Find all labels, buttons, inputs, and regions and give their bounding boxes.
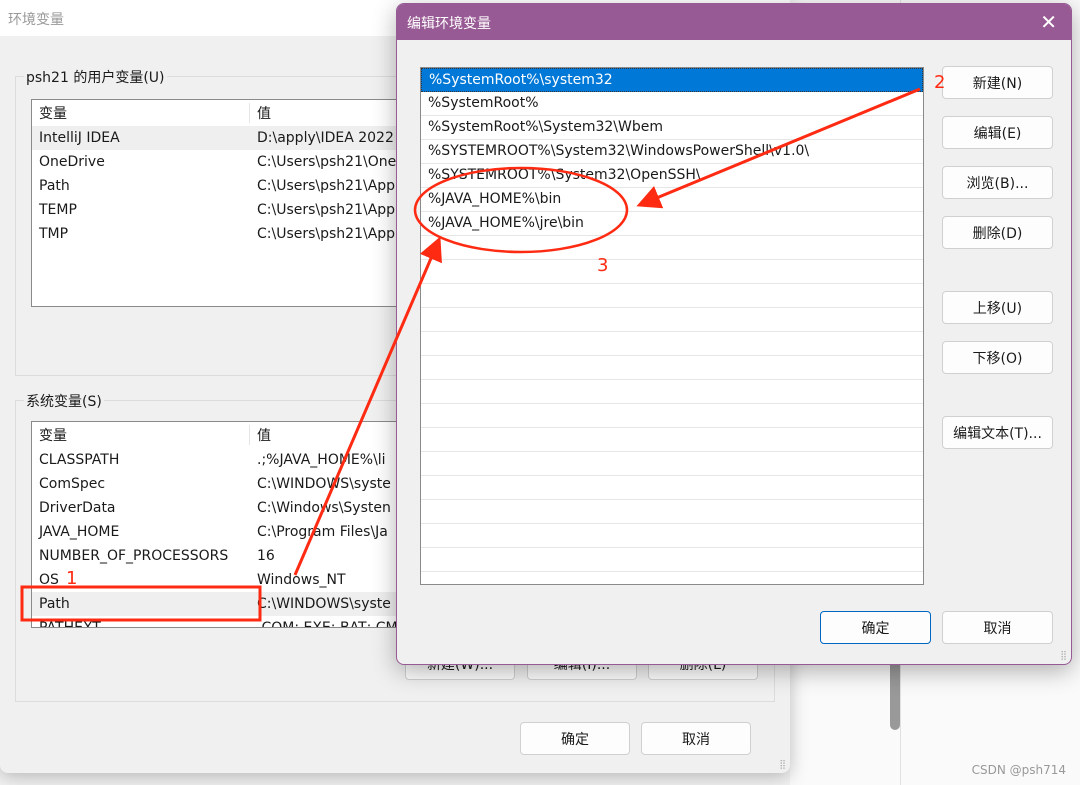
table-row[interactable]: TMP C:\Users\psh21\App [32,222,410,246]
path-item[interactable] [421,404,923,428]
column-variable[interactable]: 变量 [32,103,249,123]
variable-name: Path [39,596,70,612]
column-variable[interactable]: 变量 [32,425,249,445]
dialog-cancel-button[interactable]: 取消 [942,611,1053,644]
browse-button[interactable]: 浏览(B)... [942,166,1053,199]
path-item[interactable] [421,356,923,380]
variable-name: OS [39,572,59,588]
table-row[interactable]: Path C:\Users\psh21\App [32,174,410,198]
path-item[interactable]: %SystemRoot%\system32 [421,68,923,92]
path-item[interactable]: %SystemRoot%\System32\Wbem [421,116,923,140]
variable-name: CLASSPATH [39,452,120,468]
variable-name: NUMBER_OF_PROCESSORS [39,548,229,564]
variable-value: C:\Program Files\Ja [257,524,388,540]
path-item[interactable] [421,236,923,260]
path-item[interactable] [421,284,923,308]
path-list[interactable]: %SystemRoot%\system32 %SystemRoot% %System… [420,67,924,585]
move-down-button[interactable]: 下移(O) [942,341,1053,374]
variable-value: C:\Windows\Systen [257,500,391,516]
table-row[interactable]: ComSpec C:\WINDOWS\syste [32,472,410,496]
path-item[interactable] [421,428,923,452]
variable-name: JAVA_HOME [39,524,120,540]
path-item[interactable] [421,572,923,584]
table-row[interactable]: JAVA_HOME C:\Program Files\Ja [32,520,410,544]
table-row[interactable]: OS Windows_NT [32,568,410,592]
path-item[interactable] [421,548,923,572]
system-vars-list[interactable]: 变量值 CLASSPATH .;%JAVA_HOME%\li ComSpec C:\W… [31,421,411,628]
path-item[interactable]: %JAVA_HOME%\bin [421,188,923,212]
table-row[interactable]: PATHEXT .COM;.EXE;.BAT;.CM [32,616,410,628]
path-item[interactable] [421,500,923,524]
variable-value: D:\apply\IDEA 2022 [257,130,394,146]
variable-name: TMP [39,226,69,242]
path-item[interactable] [421,332,923,356]
path-item[interactable]: %SYSTEMROOT%\System32\OpenSSH\ [421,164,923,188]
path-item[interactable]: %SYSTEMROOT%\System32\WindowsPowerShell\… [421,140,923,164]
resize-grip-icon[interactable]: ⣿ [779,760,786,770]
path-item[interactable]: %SystemRoot% [421,92,923,116]
table-row[interactable]: TEMP C:\Users\psh21\App [32,198,410,222]
column-value[interactable]: 值 [249,103,271,123]
dialog-title: 编辑环境变量 [407,16,491,32]
path-item[interactable] [421,524,923,548]
table-row[interactable]: CLASSPATH .;%JAVA_HOME%\li [32,448,410,472]
scrollbar[interactable] [890,660,900,730]
path-item[interactable] [421,452,923,476]
new-button[interactable]: 新建(N) [942,66,1053,99]
path-item[interactable] [421,308,923,332]
table-row[interactable]: DriverData C:\Windows\Systen [32,496,410,520]
variable-value: .;%JAVA_HOME%\li [257,452,386,468]
variable-value: .COM;.EXE;.BAT;.CM [257,620,398,628]
table-row[interactable]: NUMBER_OF_PROCESSORS 16 [32,544,410,568]
move-up-button[interactable]: 上移(U) [942,291,1053,324]
path-item[interactable]: %JAVA_HOME%\jre\bin [421,212,923,236]
table-row[interactable]: OneDrive C:\Users\psh21\One [32,150,410,174]
variable-name: IntelliJ IDEA [39,130,120,146]
system-vars-label: 系统变量(S) [24,391,104,411]
cancel-button[interactable]: 取消 [641,722,751,755]
path-item[interactable] [421,260,923,284]
resize-grip-icon[interactable]: ⣿ [1060,651,1067,661]
variable-value: C:\Users\psh21\One [257,154,397,170]
user-vars-list[interactable]: 变量值 IntelliJ IDEA D:\apply\IDEA 2022 OneDr… [31,99,411,307]
path-item[interactable] [421,380,923,404]
table-row[interactable]: Path C:\WINDOWS\syste [32,592,410,616]
watermark: CSDN @psh714 [971,763,1066,777]
variable-name: OneDrive [39,154,105,170]
user-vars-label: psh21 的用户变量(U) [24,67,167,87]
edit-env-variable-dialog: 编辑环境变量 ✕ %SystemRoot%\system32 %SystemRoot… [396,3,1072,665]
close-icon[interactable]: ✕ [1040,10,1057,34]
edit-text-button[interactable]: 编辑文本(T)... [942,416,1053,449]
path-item[interactable] [421,476,923,500]
column-value[interactable]: 值 [249,425,271,445]
variable-name: TEMP [39,202,77,218]
ok-button[interactable]: 确定 [520,722,630,755]
variable-value: C:\Users\psh21\App [257,202,396,218]
dialog-ok-button[interactable]: 确定 [820,611,931,644]
variable-value: C:\Users\psh21\App [257,178,396,194]
variable-value: C:\WINDOWS\syste [257,476,391,492]
variable-name: DriverData [39,500,116,516]
edit-button[interactable]: 编辑(E) [942,116,1053,149]
delete-button[interactable]: 删除(D) [942,216,1053,249]
variable-value: C:\Users\psh21\App [257,226,396,242]
table-row[interactable]: IntelliJ IDEA D:\apply\IDEA 2022 [32,126,410,150]
variable-value: 16 [257,548,275,564]
variable-value: C:\WINDOWS\syste [257,596,391,612]
variable-name: ComSpec [39,476,106,492]
variable-value: Windows_NT [257,572,346,588]
variable-name: PATHEXT [39,620,101,628]
variable-name: Path [39,178,70,194]
